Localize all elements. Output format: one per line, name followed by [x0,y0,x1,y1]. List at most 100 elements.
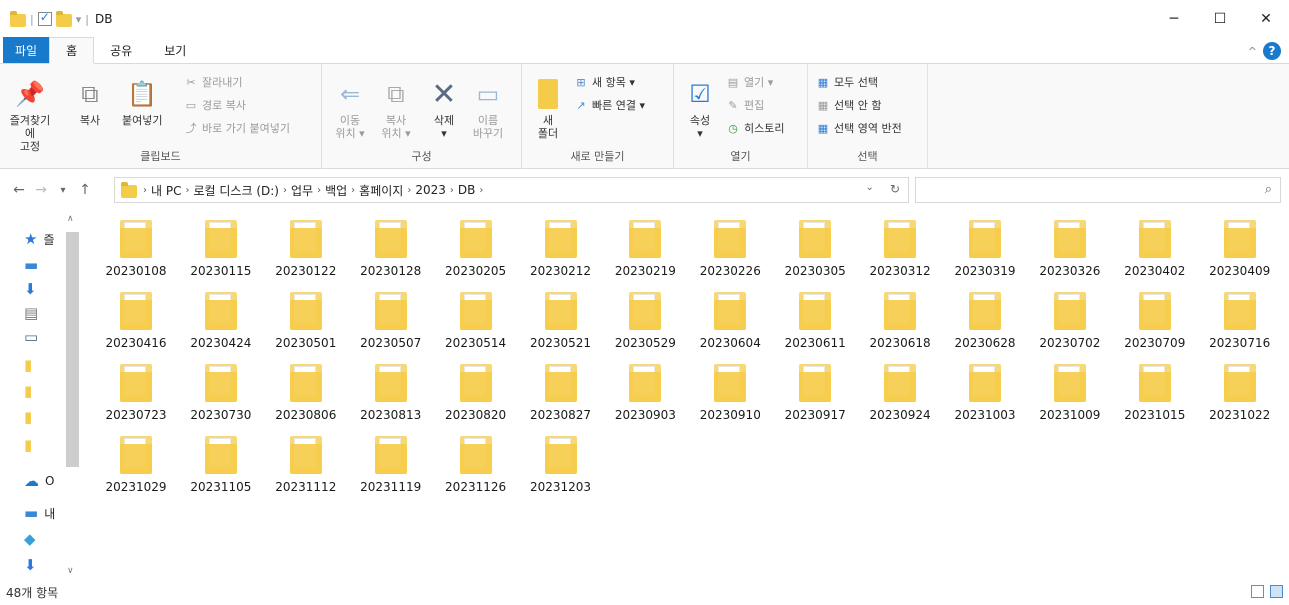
nav-item[interactable]: ▮ [24,382,38,400]
up-icon[interactable]: ↑ [74,182,96,198]
folder-item[interactable]: 20230326 [1028,214,1112,284]
folder-item[interactable]: 20230424 [179,286,263,356]
properties-button[interactable]: ☑ 속성 ▾ [684,78,716,141]
tab-view[interactable]: 보기 [148,37,202,63]
tab-file[interactable]: 파일 [3,37,50,63]
breadcrumb-item[interactable]: 2023 [415,183,446,197]
folder-item[interactable]: 20230219 [603,214,687,284]
folder-item[interactable]: 20230813 [349,358,433,428]
folder-item[interactable]: 20230122 [264,214,348,284]
select-none-button[interactable]: ▦ 선택 안 함 [816,97,882,113]
folder-item[interactable]: 20231003 [943,358,1027,428]
large-icons-view-icon[interactable] [1270,585,1283,598]
folder-item[interactable]: 20230917 [773,358,857,428]
collapse-ribbon-icon[interactable]: ^ [1248,45,1257,58]
folder-item[interactable]: 20230108 [94,214,178,284]
nav-item[interactable]: ▮ [24,408,38,426]
details-view-icon[interactable] [1251,585,1264,598]
folder-item[interactable]: 20230319 [943,214,1027,284]
folder-item[interactable]: 20230501 [264,286,348,356]
new-folder-button[interactable]: 새 폴더 [532,78,564,140]
folder-item[interactable]: 20230416 [94,286,178,356]
refresh-icon[interactable]: ↻ [890,182,900,196]
breadcrumb-item[interactable]: 홈페이지 [359,182,403,199]
folder-item[interactable]: 20230709 [1113,286,1197,356]
folder-item[interactable]: 20231029 [94,430,178,500]
folder-item[interactable]: 20230806 [264,358,348,428]
folder-item[interactable]: 20230827 [519,358,603,428]
address-bar[interactable]: › 내 PC › 로컬 디스크 (D:) › 업무 › 백업 › 홈페이지 › … [114,177,909,203]
nav-scrollbar[interactable]: ∧ ∨ [64,214,81,576]
easy-access-button[interactable]: ↗ 빠른 연결 ▾ [574,97,645,113]
nav-item[interactable]: ⬇ [24,280,43,298]
tab-share[interactable]: 공유 [94,37,148,63]
folder-item[interactable]: 20231022 [1198,358,1282,428]
folder-item[interactable]: 20231015 [1113,358,1197,428]
properties-icon[interactable] [37,10,52,26]
paste-button[interactable]: 📋 붙여넣기 [122,78,162,128]
folder-item[interactable]: 20230205 [434,214,518,284]
close-button[interactable]: ✕ [1243,0,1289,38]
nav-item[interactable]: ☁ O [24,472,54,490]
nav-item[interactable]: ▬ [24,256,44,274]
breadcrumb-item[interactable]: 내 PC [151,182,181,199]
folder-item[interactable]: 20230305 [773,214,857,284]
folder-item[interactable]: 20230604 [688,286,772,356]
pin-quick-access-button[interactable]: 📌 즐겨찾기에 고정 [8,78,52,154]
folder-item[interactable]: 20230910 [688,358,772,428]
folder-item[interactable]: 20230611 [773,286,857,356]
folder-item[interactable]: 20231119 [349,430,433,500]
nav-item[interactable]: ▮ [24,436,38,454]
paste-shortcut-button[interactable]: ⤴ 바로 가기 붙여넣기 [184,120,290,136]
scroll-up-icon[interactable]: ∧ [67,214,74,224]
folder-item[interactable]: 20230723 [94,358,178,428]
folder-item[interactable]: 20230402 [1113,214,1197,284]
folder-item[interactable]: 20231112 [264,430,348,500]
folder-item[interactable]: 20230312 [858,214,942,284]
recent-locations-icon[interactable]: ▾ [52,185,74,196]
folder-item[interactable]: 20230507 [349,286,433,356]
history-button[interactable]: ◷ 히스토리 [726,120,784,136]
invert-selection-button[interactable]: ▦ 선택 영역 반전 [816,120,902,136]
folder-item[interactable]: 20231105 [179,430,263,500]
address-dropdown-icon[interactable]: ⌄ [866,182,874,196]
breadcrumb-item[interactable]: DB [458,183,475,197]
nav-item[interactable]: ★ 즐 [24,230,55,248]
back-icon[interactable]: ← [8,182,30,198]
new-item-button[interactable]: ⊞ 새 항목 ▾ [574,74,634,90]
scroll-down-icon[interactable]: ∨ [67,566,74,576]
tab-home[interactable]: 홈 [49,37,95,64]
delete-button[interactable]: ✕ 삭제 ▾ [428,78,460,140]
folder-item[interactable]: 20230529 [603,286,687,356]
rename-button[interactable]: ▭ 이름 바꾸기 [472,78,504,141]
folder-item[interactable]: 20230521 [519,286,603,356]
folder-item[interactable]: 20230226 [688,214,772,284]
folder-item[interactable]: 20230514 [434,286,518,356]
copy-button[interactable]: ⧉ 복사 [74,78,106,128]
copy-to-button[interactable]: ⧉ 복사 위치 ▾ [380,78,412,141]
folder-item[interactable]: 20230115 [179,214,263,284]
folder-item[interactable]: 20230702 [1028,286,1112,356]
folder-item[interactable]: 20230903 [603,358,687,428]
nav-item[interactable]: ▮ [24,356,38,374]
nav-item[interactable]: ⬇ [24,556,43,574]
folder-item[interactable]: 20230212 [519,214,603,284]
customize-qat-icon[interactable]: ▾ [76,13,82,26]
folder-item[interactable]: 20230628 [943,286,1027,356]
folder-item[interactable]: 20231009 [1028,358,1112,428]
new-folder-icon[interactable] [55,10,72,27]
folder-item[interactable]: 20230618 [858,286,942,356]
help-icon[interactable]: ? [1263,42,1281,60]
cut-button[interactable]: ✂ 잘라내기 [184,74,242,90]
folder-item[interactable]: 20230409 [1198,214,1282,284]
maximize-button[interactable]: ☐ [1197,0,1243,38]
breadcrumb-item[interactable]: 업무 [291,182,313,199]
folder-item[interactable]: 20231126 [434,430,518,500]
breadcrumb-item[interactable]: 로컬 디스크 (D:) [193,182,278,199]
nav-item[interactable]: ◆ [24,530,42,548]
nav-item[interactable]: ▤ [24,304,44,322]
breadcrumb-item[interactable]: 백업 [325,182,347,199]
move-to-button[interactable]: ⇐ 이동 위치 ▾ [334,78,366,141]
folder-item[interactable]: 20230820 [434,358,518,428]
search-input[interactable]: ⌕ [915,177,1281,203]
